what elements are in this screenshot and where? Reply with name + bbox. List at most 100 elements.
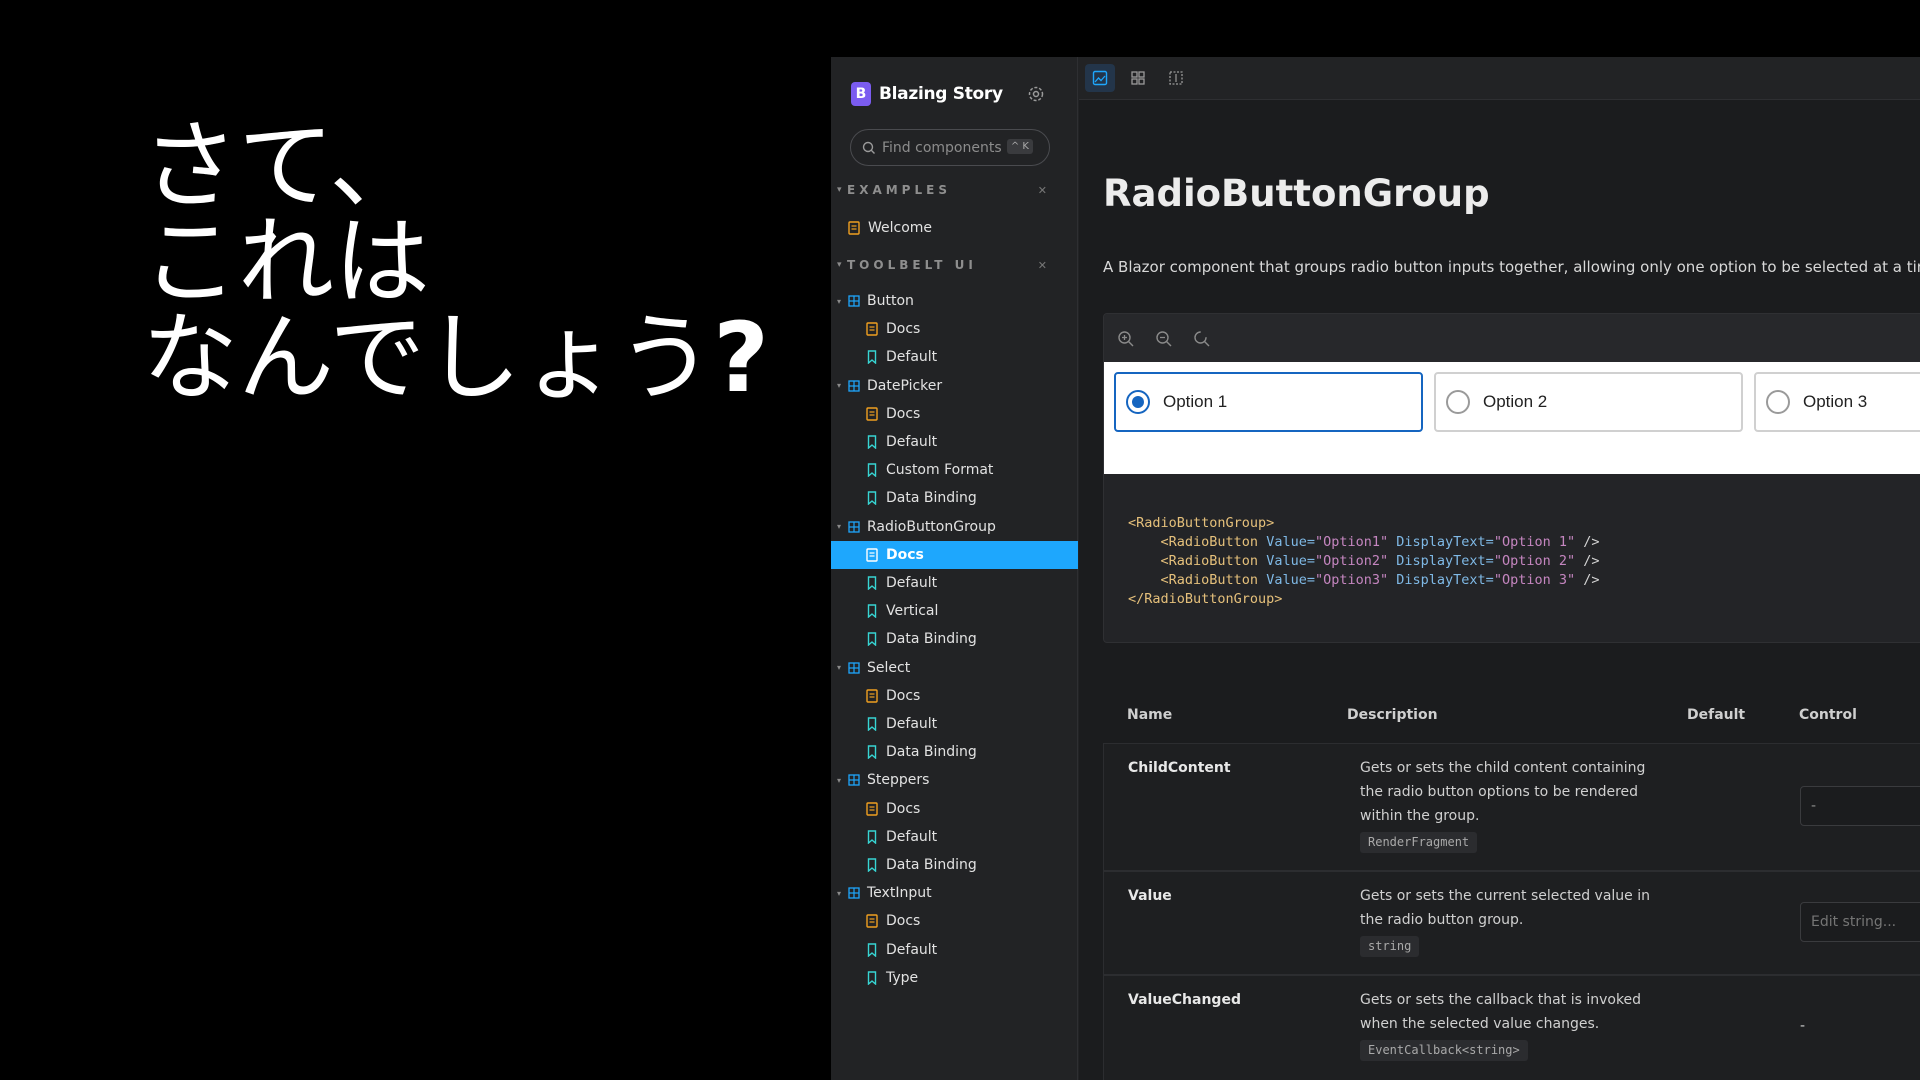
tree-item-label: DatePicker: [867, 377, 943, 394]
tree-item-label: Default: [886, 349, 938, 366]
radio-label: Option 2: [1483, 392, 1548, 411]
tree-story-st_docs[interactable]: Docs: [831, 795, 1078, 823]
tree-story-button_docs[interactable]: Docs: [831, 315, 1078, 343]
tree-story-sel_docs[interactable]: Docs: [831, 682, 1078, 710]
tree-item-welcome[interactable]: Welcome: [831, 214, 1078, 242]
chevron-down-icon: ▾: [837, 296, 842, 306]
tree-story-sel_default[interactable]: Default: [831, 710, 1078, 738]
radio-option-3[interactable]: Option 3: [1754, 372, 1920, 432]
prop-control: -: [1800, 1018, 1806, 1034]
code-attr: DisplayText=: [1396, 572, 1494, 588]
slide-heading: さて、 これは なんでしょう?: [142, 118, 769, 406]
tree-story-rbg_default[interactable]: Default: [831, 569, 1078, 597]
chevron-down-icon: ▾: [837, 185, 842, 195]
code-snippet[interactable]: <RadioButtonGroup> <RadioButton Value="O…: [1128, 514, 1600, 609]
tree-component-select[interactable]: ▾ Select: [831, 654, 1078, 682]
component-icon: [847, 294, 861, 308]
tree-item-label: Select: [867, 659, 911, 676]
tree-story-ti_type[interactable]: Type: [831, 964, 1078, 992]
tree-item-label: Data Binding: [886, 490, 977, 507]
bookmark-icon: [865, 942, 879, 957]
section-label: TOOLBELT UI: [847, 258, 977, 272]
zoom-out-icon[interactable]: [1154, 329, 1174, 349]
bookmark-icon: [865, 604, 879, 619]
tree-item-label: TextInput: [867, 885, 932, 902]
tree-item-label: Docs: [886, 800, 921, 817]
tree-item-label: Data Binding: [886, 744, 977, 761]
preview-toolbar: [1104, 314, 1920, 362]
search-shortcut: ^ K: [1006, 139, 1033, 154]
search-input[interactable]: [882, 139, 1012, 156]
column-default: Default: [1687, 707, 1746, 723]
grid-icon: [1131, 71, 1145, 85]
collapse-all-icon[interactable]: ✕: [1038, 184, 1047, 197]
zoom-in-icon[interactable]: [1116, 329, 1136, 349]
prop-description-text: Gets or sets the child content containin…: [1360, 760, 1646, 824]
grid-button[interactable]: [1123, 64, 1153, 92]
canvas-view-button[interactable]: [1085, 64, 1115, 92]
collapse-all-icon[interactable]: ✕: [1038, 259, 1047, 272]
radio-option-1[interactable]: Option 1: [1114, 372, 1423, 432]
code-end: />: [1583, 572, 1600, 588]
tree-item-label: Type: [886, 969, 919, 986]
bookmark-icon: [865, 717, 879, 731]
tree-component-button[interactable]: ▾ Button: [831, 287, 1078, 315]
tree-component-rbg[interactable]: ▾ RadioButtonGroup: [831, 513, 1078, 541]
bookmark-icon: [865, 491, 879, 506]
tree-story-st_binding[interactable]: Data Binding: [831, 851, 1078, 879]
tree-story-rbg_vertical[interactable]: Vertical: [831, 597, 1078, 625]
code-end: />: [1583, 553, 1600, 569]
tree-component-steppers[interactable]: ▾ Steppers: [831, 766, 1078, 794]
main-content: RadioButtonGroup A Blazor component that…: [1079, 57, 1920, 1080]
tree-item-label: Docs: [886, 546, 924, 563]
tree-story-rbg_docs[interactable]: Docs: [831, 540, 1078, 569]
tree-item-label: Default: [886, 434, 938, 450]
outline-button[interactable]: [1161, 64, 1191, 92]
code-string: "Option1": [1314, 534, 1389, 550]
document-icon: [847, 221, 861, 235]
prop-name: Value: [1128, 888, 1172, 904]
radio-option-2[interactable]: Option 2: [1434, 372, 1743, 432]
prop-type: EventCallback<string>: [1360, 1040, 1528, 1061]
tree-story-dp_default[interactable]: Default: [831, 428, 1078, 456]
bookmark-icon: [865, 576, 879, 590]
chevron-down-icon: ▾: [837, 775, 842, 785]
section-examples[interactable]: ▾ EXAMPLES ✕: [837, 183, 1047, 197]
prop-description: Gets or sets the callback that is invoke…: [1360, 988, 1670, 1062]
tree-story-dp_binding[interactable]: Data Binding: [831, 484, 1078, 512]
tree-story-button_default[interactable]: Default: [831, 343, 1078, 371]
tree-item-label: Default: [886, 941, 938, 958]
tree-item-label: Default: [886, 575, 938, 591]
value-string-input[interactable]: [1800, 902, 1920, 942]
radio-unchecked-icon: [1766, 390, 1790, 414]
prop-row-childcontent: ChildContent Gets or sets the child cont…: [1103, 743, 1920, 871]
brand[interactable]: B Blazing Story: [851, 82, 1003, 106]
image-icon: [1092, 70, 1108, 86]
tree-story-sel_binding[interactable]: Data Binding: [831, 738, 1078, 766]
tree-story-dp_custom[interactable]: Custom Format: [831, 456, 1078, 484]
component-icon: [847, 520, 861, 534]
tree-item-label: Data Binding: [886, 857, 977, 873]
tree-item-label: Default: [886, 828, 938, 845]
tree-story-ti_docs[interactable]: Docs: [831, 907, 1078, 935]
bookmark-icon: [865, 830, 879, 844]
tree-component-textinput[interactable]: ▾ TextInput: [831, 879, 1078, 907]
tree-component-datepicker[interactable]: ▾ DatePicker: [831, 372, 1078, 400]
search-field[interactable]: ^ K: [850, 129, 1050, 166]
tree-story-ti_default[interactable]: Default: [831, 936, 1078, 964]
tree-story-rbg_binding[interactable]: Data Binding: [831, 625, 1078, 653]
radio-label: Option 1: [1163, 392, 1228, 411]
tree-story-st_default[interactable]: Default: [831, 823, 1078, 851]
radio-unchecked-icon: [1446, 390, 1470, 414]
prop-name: ValueChanged: [1128, 992, 1241, 1008]
gear-icon[interactable]: [1026, 84, 1046, 104]
tree-story-dp_docs[interactable]: Docs: [831, 400, 1078, 428]
code-item-tag: <RadioButton: [1160, 534, 1259, 550]
section-toolbelt-ui[interactable]: ▾ TOOLBELT UI ✕: [837, 258, 1047, 272]
code-end: />: [1583, 534, 1600, 550]
code-attr: Value=: [1266, 534, 1315, 550]
document-icon: [865, 801, 879, 816]
bookmark-icon: [865, 435, 879, 449]
document-icon: [865, 689, 879, 703]
reset-zoom-icon[interactable]: [1192, 329, 1212, 349]
